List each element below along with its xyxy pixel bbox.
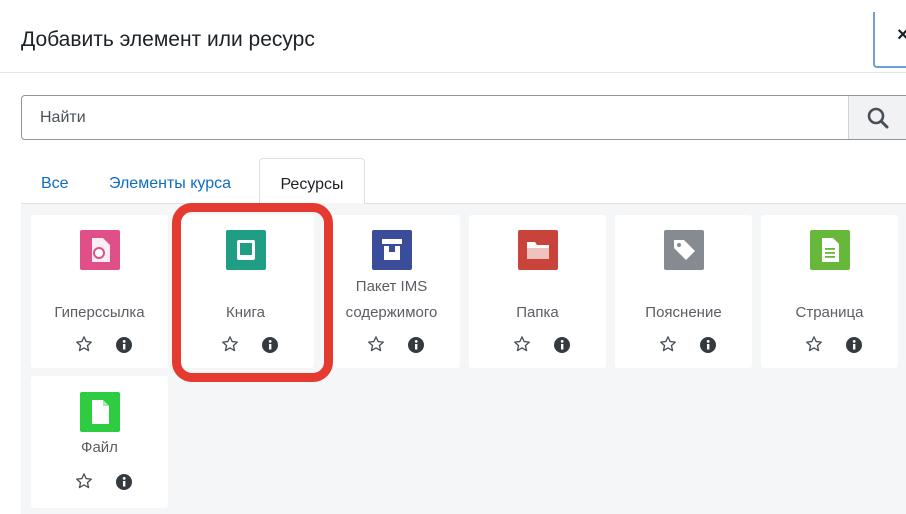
ims-package-icon — [371, 230, 412, 270]
page-icon — [809, 230, 850, 270]
module-name: Страница — [795, 304, 864, 321]
star-icon[interactable] — [75, 472, 93, 490]
module-card-label[interactable]: Пояснение — [615, 215, 752, 368]
file-icon — [79, 392, 120, 432]
search-box — [21, 95, 906, 140]
module-name: Файл — [81, 439, 118, 456]
modal-header: Добавить элемент или ресурс × — [0, 0, 906, 73]
info-icon[interactable] — [116, 337, 132, 353]
module-card-page[interactable]: Страница — [761, 215, 898, 368]
folder-icon — [517, 230, 558, 270]
info-icon[interactable] — [116, 474, 132, 490]
close-button[interactable]: × — [873, 12, 906, 68]
close-icon: × — [897, 24, 906, 46]
module-card-file[interactable]: Файл — [31, 376, 168, 508]
module-name: Гиперссылка — [54, 304, 145, 321]
star-icon[interactable] — [659, 335, 677, 353]
star-icon[interactable] — [805, 335, 823, 353]
tab-resources[interactable]: Ресурсы — [259, 158, 365, 204]
info-icon[interactable] — [554, 337, 570, 353]
tab-all[interactable]: Все — [41, 158, 69, 204]
module-card-url[interactable]: Гиперссылка — [31, 215, 168, 368]
module-name-line1: Пакет IMS — [355, 278, 428, 295]
search-input[interactable] — [22, 96, 848, 139]
url-icon — [79, 230, 120, 270]
search-button[interactable] — [848, 96, 906, 139]
info-icon[interactable] — [408, 337, 424, 353]
label-icon — [663, 230, 704, 270]
module-name: Папка — [516, 304, 559, 321]
info-icon[interactable] — [846, 337, 862, 353]
tab-activities[interactable]: Элементы курса — [109, 158, 231, 204]
star-icon[interactable] — [75, 335, 93, 353]
module-card-folder[interactable]: Папка — [469, 215, 606, 368]
info-icon[interactable] — [700, 337, 716, 353]
star-icon[interactable] — [367, 335, 385, 353]
module-name: Пояснение — [645, 304, 722, 321]
highlight-frame — [172, 203, 333, 382]
star-icon[interactable] — [513, 335, 531, 353]
modal-title: Добавить элемент или ресурс — [21, 28, 315, 51]
module-card-ims-package[interactable]: Пакет IMS содержимого — [323, 215, 460, 368]
module-name: содержимого — [345, 304, 438, 321]
search-icon — [867, 107, 889, 129]
